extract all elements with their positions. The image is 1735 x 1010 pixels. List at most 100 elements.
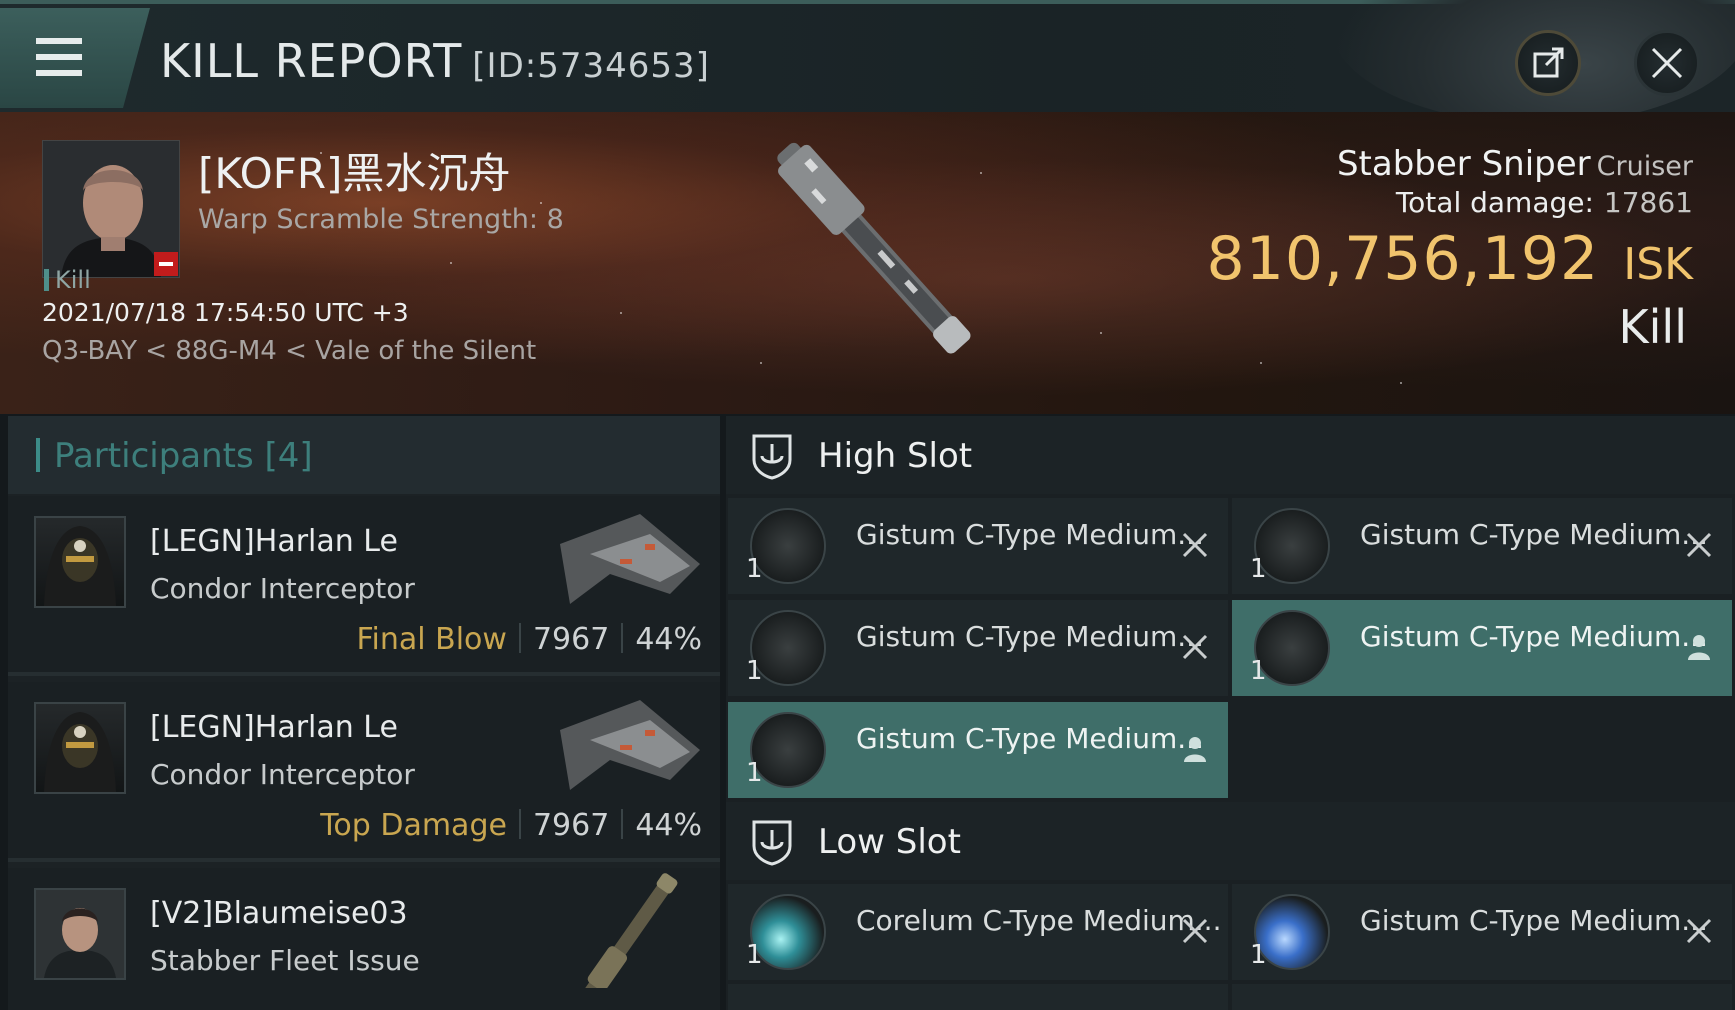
close-button[interactable] [1634, 30, 1700, 96]
destroyed-x-icon [1182, 918, 1208, 944]
share-button[interactable] [1515, 30, 1581, 96]
module-name: Gistum C-Type Medium... [856, 722, 1204, 755]
header-bar: KILL REPORT [ID:5734653] [0, 0, 1735, 124]
participants-label: Participants [54, 436, 254, 476]
hamburger-icon [36, 38, 82, 44]
title-text: KILL REPORT [160, 34, 463, 88]
low-slot-label: Low Slot [818, 822, 961, 862]
total-damage-value: 17861 [1603, 186, 1693, 219]
participant-role: Top Damage [320, 808, 507, 843]
hostile-status-badge [154, 252, 178, 276]
kill-result: Kill [1618, 300, 1687, 354]
ship-name-text: Stabber Sniper [1336, 144, 1591, 184]
participant-damage: 7967 [532, 808, 610, 843]
module-name: Gistum C-Type Medium... [1360, 904, 1708, 937]
module-item[interactable]: 1 Gistum C-Type Medium... [1232, 498, 1732, 594]
close-icon [1651, 47, 1683, 79]
victim-ship-image[interactable] [720, 112, 1020, 382]
module-qty: 1 [746, 554, 763, 584]
dropped-person-icon [1184, 737, 1206, 762]
page-title: KILL REPORT [ID:5734653] [160, 34, 710, 88]
fitting-panel: High Slot 1 Gistum C-Type Medium... 1 Gi… [726, 416, 1735, 1010]
module-qty: 1 [1250, 656, 1267, 686]
destroyed-x-icon [1686, 918, 1712, 944]
participant-avatar[interactable]: ★ [34, 888, 126, 980]
pilot-avatar [36, 890, 124, 978]
participant-percent: 44% [635, 808, 702, 843]
participant-damage: 7967 [532, 622, 610, 657]
warp-scramble-strength: Warp Scramble Strength: 8 [198, 204, 564, 235]
participant-name[interactable]: [LEGN]Harlan Le [150, 710, 398, 745]
hooded-pilot-avatar [44, 712, 116, 792]
destroyed-x-icon [1182, 634, 1208, 660]
participants-header: Participants [4] [8, 416, 720, 494]
hooded-pilot-avatar [44, 526, 116, 606]
ship-class: Cruiser [1596, 151, 1693, 182]
participant-role: Final Blow [356, 622, 507, 657]
total-damage-label: Total damage: [1395, 186, 1594, 219]
condor-ship-image[interactable] [550, 504, 710, 624]
module-name: Gistum C-Type Medium... [856, 620, 1204, 653]
module-name: Gistum C-Type Medium... [1360, 518, 1708, 551]
high-slot-header: High Slot [726, 416, 1735, 494]
module-item-partial[interactable] [1232, 984, 1732, 1010]
total-damage: Total damage: 17861 [1396, 186, 1693, 219]
kill-location[interactable]: Q3-BAY < 88G-M4 < Vale of the Silent [42, 336, 536, 366]
module-qty: 1 [746, 656, 763, 686]
module-qty: 1 [746, 758, 763, 788]
module-item[interactable]: 1 Gistum C-Type Medium... [728, 498, 1228, 594]
module-item[interactable]: 1 Gistum C-Type Medium... [1232, 884, 1732, 980]
star-icon: ★ [122, 978, 126, 980]
dropped-person-icon [1688, 635, 1710, 660]
module-item[interactable]: 1 Gistum C-Type Medium... [728, 702, 1228, 798]
kill-datetime: 2021/07/18 17:54:50 UTC +3 [42, 298, 409, 327]
participant-stats: Top Damage 7967 44% [320, 808, 702, 843]
participant-ship[interactable]: Condor Interceptor [150, 572, 415, 605]
stabber-ship-image[interactable] [550, 868, 710, 988]
module-item[interactable]: 1 Gistum C-Type Medium... [728, 600, 1228, 696]
low-slot-header: Low Slot [726, 802, 1735, 880]
kill-type-tag: Kill [44, 266, 91, 294]
participant-row[interactable]: [LEGN]Harlan Le Condor Interceptor Top D… [8, 682, 720, 862]
module-item-partial[interactable] [728, 984, 1228, 1010]
module-name: Gistum C-Type Medium... [856, 518, 1204, 551]
module-qty: 1 [746, 940, 763, 970]
participant-stats: Final Blow 7967 44% [356, 622, 702, 657]
high-slot-icon [752, 434, 792, 480]
condor-ship-image[interactable] [550, 690, 710, 810]
low-slot-icon [752, 820, 792, 866]
module-item[interactable]: 1 Gistum C-Type Medium... [1232, 600, 1732, 696]
victim-name[interactable]: [KOFR]黑水沉舟 [198, 140, 510, 201]
report-id: [ID:5734653] [472, 46, 710, 86]
participant-row[interactable]: ★ [V2]Blaumeise03 Stabber Fleet Issue [8, 868, 720, 1010]
isk-value: 810,756,192 ISK [1207, 224, 1693, 294]
module-item[interactable]: 1 Corelum C-Type Medium... [728, 884, 1228, 980]
destroyed-x-icon [1182, 532, 1208, 558]
kill-type-label: Kill [55, 266, 91, 294]
module-qty: 1 [1250, 554, 1267, 584]
participant-row[interactable]: [LEGN]Harlan Le Condor Interceptor Final… [8, 496, 720, 676]
participants-panel: Participants [4] [LEGN]Harlan Le Condor … [8, 416, 720, 1010]
isk-unit: ISK [1623, 239, 1693, 290]
participants-title: Participants [4] [54, 436, 313, 476]
module-name: Gistum C-Type Medium... [1360, 620, 1708, 653]
menu-button[interactable] [0, 8, 150, 108]
participant-avatar[interactable] [34, 516, 126, 608]
participant-avatar[interactable] [34, 702, 126, 794]
participant-ship[interactable]: Condor Interceptor [150, 758, 415, 791]
hamburger-icon-line [36, 54, 82, 60]
participants-count: [4] [264, 436, 313, 476]
participant-percent: 44% [635, 622, 702, 657]
module-qty: 1 [1250, 940, 1267, 970]
victim-banner: [KOFR]黑水沉舟 Warp Scramble Strength: 8 Kil… [0, 112, 1735, 414]
victim-ship-name[interactable]: Stabber Sniper Cruiser [1337, 144, 1693, 184]
external-link-icon [1533, 47, 1564, 78]
isk-amount: 810,756,192 [1206, 224, 1600, 294]
participant-name[interactable]: [LEGN]Harlan Le [150, 524, 398, 559]
module-name: Corelum C-Type Medium... [856, 904, 1222, 937]
participant-ship[interactable]: Stabber Fleet Issue [150, 944, 420, 977]
high-slot-label: High Slot [818, 436, 973, 476]
participant-name[interactable]: [V2]Blaumeise03 [150, 896, 408, 931]
destroyed-x-icon [1686, 532, 1712, 558]
hamburger-icon-line [36, 70, 82, 76]
